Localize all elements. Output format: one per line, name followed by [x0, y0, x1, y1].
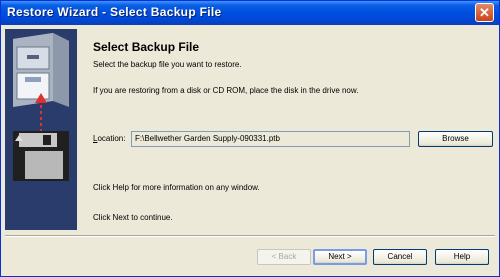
page-heading: Select Backup File: [93, 40, 200, 54]
back-button[interactable]: < Back: [257, 249, 311, 265]
close-button[interactable]: ✕: [475, 3, 494, 22]
cancel-button[interactable]: Cancel: [373, 249, 427, 265]
help-note-text: Click Help for more information on any w…: [93, 183, 260, 192]
title-bar[interactable]: Restore Wizard - Select Backup File ✕: [1, 1, 499, 25]
next-note-text: Click Next to continue.: [93, 213, 173, 222]
floppy-disk-icon: [13, 131, 69, 181]
help-button[interactable]: Help: [435, 249, 489, 265]
close-icon: ✕: [479, 5, 490, 20]
wizard-side-graphic: [5, 29, 77, 230]
location-field[interactable]: F:\Bellwether Garden Supply-090331.ptb: [131, 131, 410, 147]
instruction-text: Select the backup file you want to resto…: [93, 60, 242, 69]
browse-button[interactable]: Browse: [418, 131, 493, 147]
restore-wizard-window: Restore Wizard - Select Backup File ✕ Se…: [0, 0, 500, 277]
disk-note-text: If you are restoring from a disk or CD R…: [93, 86, 359, 95]
location-label: Location:: [93, 134, 125, 143]
wizard-illustration: [13, 33, 69, 181]
window-title: Restore Wizard - Select Backup File: [7, 5, 222, 19]
footer-divider: [5, 235, 495, 237]
next-button[interactable]: Next >: [313, 249, 367, 265]
location-label-rest: ocation:: [97, 134, 126, 143]
